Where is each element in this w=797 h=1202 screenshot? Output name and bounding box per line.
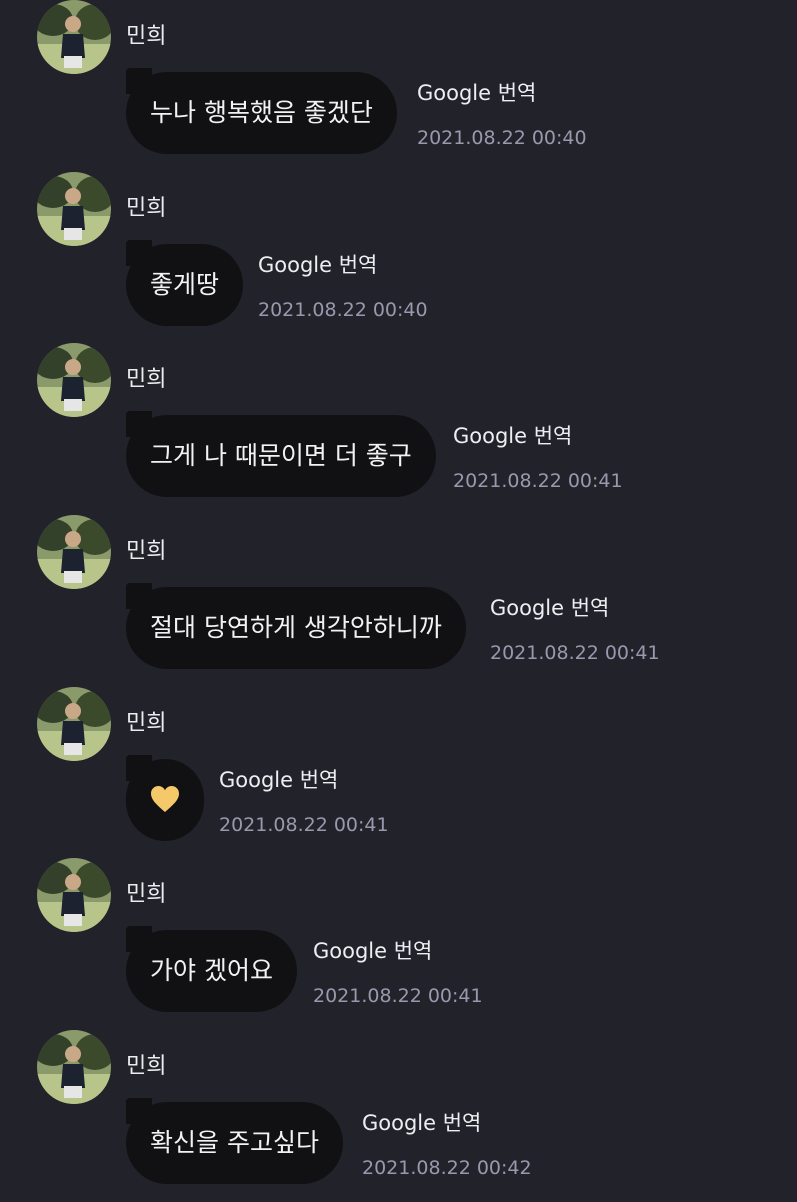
message-bubble[interactable]: 절대 당연하게 생각안하니까: [126, 583, 466, 669]
chat-message: 민희 그게 나 때문이면 더 좋구 Google 번역 2021.08.22 0…: [0, 343, 797, 515]
chat-message: 민희 확신을 주고싶다 Google 번역 2021.08.22 00:42: [0, 1030, 797, 1202]
translate-link[interactable]: Google 번역: [219, 767, 389, 793]
heart-icon: [151, 786, 179, 812]
message-bubble[interactable]: [126, 755, 204, 841]
sender-name: 민희: [126, 1054, 167, 1079]
timestamp: 2021.08.22 00:40: [417, 127, 587, 149]
translate-link[interactable]: Google 번역: [453, 423, 623, 449]
sender-name: 민희: [126, 539, 167, 564]
chat-message: 민희 누나 행복했음 좋겠단 Google 번역 2021.08.22 00:4…: [0, 0, 797, 172]
avatar[interactable]: [37, 172, 111, 246]
translate-link[interactable]: Google 번역: [313, 938, 483, 964]
chat-feed: 민희 누나 행복했음 좋겠단 Google 번역 2021.08.22 00:4…: [0, 0, 797, 1200]
message-meta: Google 번역 2021.08.22 00:42: [362, 1110, 532, 1180]
chat-message: 민희 가야 겠어요 Google 번역 2021.08.22 00:41: [0, 858, 797, 1030]
timestamp: 2021.08.22 00:41: [490, 642, 660, 664]
timestamp: 2021.08.22 00:42: [362, 1157, 532, 1179]
message-meta: Google 번역 2021.08.22 00:40: [258, 252, 428, 322]
sender-name: 민희: [126, 882, 167, 907]
sender-name: 민희: [126, 711, 167, 736]
message-bubble[interactable]: 좋게땅: [126, 240, 244, 326]
message-meta: Google 번역 2021.08.22 00:41: [490, 595, 660, 665]
message-meta: Google 번역 2021.08.22 00:41: [313, 938, 483, 1008]
translate-link[interactable]: Google 번역: [417, 80, 587, 106]
timestamp: 2021.08.22 00:41: [313, 985, 483, 1007]
sender-name: 민희: [126, 367, 167, 392]
chat-message: 민희 좋게땅 Google 번역 2021.08.22 00:40: [0, 172, 797, 344]
message-bubble[interactable]: 그게 나 때문이면 더 좋구: [126, 411, 436, 497]
message-meta: Google 번역 2021.08.22 00:41: [453, 423, 623, 493]
avatar[interactable]: [37, 1030, 111, 1104]
sender-name: 민희: [126, 24, 167, 49]
translate-link[interactable]: Google 번역: [362, 1110, 532, 1136]
chat-message: 민희 절대 당연하게 생각안하니까 Google 번역 2021.08.22 0…: [0, 515, 797, 687]
avatar[interactable]: [37, 0, 111, 74]
timestamp: 2021.08.22 00:40: [258, 299, 428, 321]
avatar[interactable]: [37, 687, 111, 761]
message-bubble[interactable]: 확신을 주고싶다: [126, 1098, 343, 1184]
message-meta: Google 번역 2021.08.22 00:40: [417, 80, 587, 150]
message-meta: Google 번역 2021.08.22 00:41: [219, 767, 389, 837]
translate-link[interactable]: Google 번역: [258, 252, 428, 278]
sender-name: 민희: [126, 196, 167, 221]
translate-link[interactable]: Google 번역: [490, 595, 660, 621]
timestamp: 2021.08.22 00:41: [453, 470, 623, 492]
message-bubble[interactable]: 가야 겠어요: [126, 926, 297, 1012]
message-bubble[interactable]: 누나 행복했음 좋겠단: [126, 68, 397, 154]
timestamp: 2021.08.22 00:41: [219, 814, 389, 836]
avatar[interactable]: [37, 343, 111, 417]
avatar[interactable]: [37, 515, 111, 589]
chat-message: 민희 Google 번역 2021.08.22 00:41: [0, 687, 797, 859]
avatar[interactable]: [37, 858, 111, 932]
